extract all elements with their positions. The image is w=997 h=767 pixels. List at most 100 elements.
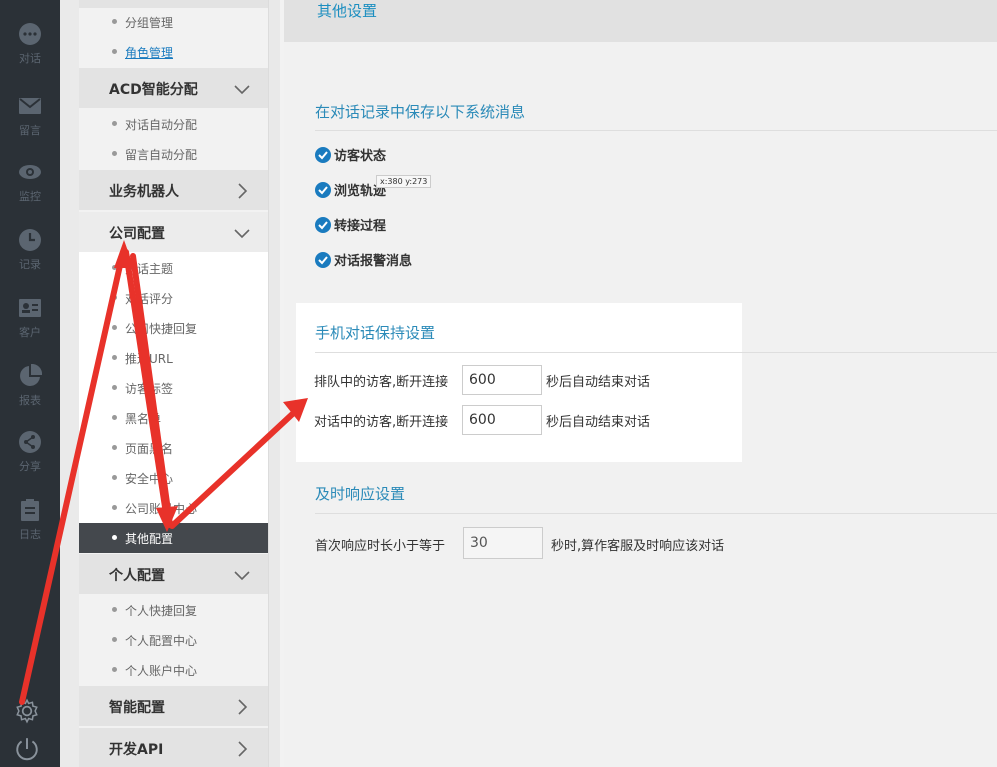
divider <box>315 130 997 131</box>
menu-item-label: 公司快捷回复 <box>125 322 198 336</box>
menu-item-label: 对话主题 <box>125 262 174 276</box>
menu-group-label: 个人配置 <box>109 568 165 584</box>
bullet-icon <box>112 325 117 330</box>
menu-divider <box>268 0 280 767</box>
chat-timeout-suffix: 秒后自动结束对话 <box>546 415 651 430</box>
chevron-right-icon <box>238 183 248 199</box>
menu-group-label: 业务机器人 <box>109 184 179 200</box>
queue-timeout-input[interactable] <box>462 365 542 395</box>
divider <box>315 352 997 353</box>
menu-item-group-mgmt[interactable]: 分组管理 <box>79 7 268 37</box>
check-circle-icon <box>315 217 331 233</box>
menu-item-label: 公司账号中心 <box>125 502 198 516</box>
bullet-icon <box>112 607 117 612</box>
checkbox-alarm-messages[interactable]: 对话报警消息 <box>315 250 412 269</box>
menu-item-page-blacklist[interactable]: 页面黑名 <box>79 433 268 463</box>
menu-item-label: 对话评分 <box>125 292 174 306</box>
page-title: 其他设置 <box>317 2 378 20</box>
menu-item-label: 页面黑名 <box>125 442 174 456</box>
gear-icon[interactable] <box>14 698 40 724</box>
bullet-icon <box>112 505 117 510</box>
rail-item-records[interactable]: 记录 <box>0 228 60 296</box>
nav-rail: 对话 留言 监控 记录 客户 报表 分享 日志 <box>0 0 60 767</box>
pie-chart-icon <box>20 364 42 386</box>
menu-item-personal-config[interactable]: 个人配置中心 <box>79 625 268 655</box>
menu-item-label: 其他配置 <box>125 532 174 546</box>
chevron-right-icon <box>238 699 248 715</box>
menu-item-label: 留言自动分配 <box>125 148 198 162</box>
checkbox-visitor-status[interactable]: 访客状态 <box>315 145 386 164</box>
menu-item-visitor-tags[interactable]: 访客标签 <box>79 373 268 403</box>
coordinate-tooltip: x:380 y:273 <box>376 175 432 188</box>
menu-item-label: 安全中心 <box>125 472 174 486</box>
menu-item-label: 推送URL <box>125 352 173 366</box>
first-response-input[interactable] <box>463 527 543 559</box>
rail-label: 日志 <box>19 528 41 541</box>
menu-item-label: 角色管理 <box>125 46 174 60</box>
queue-timeout-suffix: 秒后自动结束对话 <box>546 375 651 390</box>
chat-timeout-input[interactable] <box>462 405 542 435</box>
menu-group-label: 智能配置 <box>109 700 165 716</box>
menu-gutter <box>60 0 80 767</box>
rail-item-customers[interactable]: 客户 <box>0 296 60 364</box>
menu-item-other-settings[interactable]: 其他配置 <box>79 523 268 553</box>
menu-item-company-account[interactable]: 公司账号中心 <box>79 493 268 523</box>
menu-item-role-mgmt[interactable]: 角色管理 <box>79 37 268 67</box>
rail-label: 客户 <box>19 326 41 339</box>
rail-item-reports[interactable]: 报表 <box>0 364 60 432</box>
bullet-icon <box>112 121 117 126</box>
chat-icon <box>19 23 41 45</box>
bullet-icon <box>112 475 117 480</box>
menu-item-security-center[interactable]: 安全中心 <box>79 463 268 493</box>
rail-label: 记录 <box>19 258 41 271</box>
menu-item-chat-rating[interactable]: 对话评分 <box>79 283 268 313</box>
menu-group-personal[interactable]: 个人配置 <box>79 554 268 594</box>
clipboard-icon <box>21 499 39 521</box>
divider <box>315 513 997 514</box>
menu-group-smart[interactable]: 智能配置 <box>79 686 268 726</box>
chevron-right-icon <box>238 741 248 757</box>
menu-item-company-quick-reply[interactable]: 公司快捷回复 <box>79 313 268 343</box>
menu-item-label: 个人账户中心 <box>125 664 198 678</box>
bullet-icon <box>112 667 117 672</box>
rail-label: 报表 <box>19 394 41 407</box>
menu-item-acd-chat[interactable]: 对话自动分配 <box>79 109 268 139</box>
menu-item-acd-message[interactable]: 留言自动分配 <box>79 139 268 169</box>
bullet-icon <box>112 265 117 270</box>
menu-item-personal-quick-reply[interactable]: 个人快捷回复 <box>79 595 268 625</box>
rail-item-message[interactable]: 留言 <box>0 94 60 162</box>
power-icon[interactable] <box>14 736 40 762</box>
rail-item-share[interactable]: 分享 <box>0 430 60 498</box>
rail-label: 监控 <box>19 190 41 203</box>
page-header: 其他设置 <box>284 0 997 42</box>
menu-item-blacklist[interactable]: 黑名单 <box>79 403 268 433</box>
menu-group-acd[interactable]: ACD智能分配 <box>79 68 268 108</box>
rail-label: 留言 <box>19 124 41 137</box>
chevron-down-icon <box>234 229 250 239</box>
check-circle-icon <box>315 182 331 198</box>
menu-item-personal-account[interactable]: 个人账户中心 <box>79 655 268 685</box>
save-messages-title: 在对话记录中保存以下系统消息 <box>315 103 526 121</box>
checkbox-transfer-process[interactable]: 转接过程 <box>315 215 386 234</box>
checkbox-label: 对话报警消息 <box>334 254 413 269</box>
menu-item-chat-topic[interactable]: 对话主题 <box>79 253 268 283</box>
share-icon <box>19 431 41 453</box>
main-content: 其他设置 在对话记录中保存以下系统消息 访客状态 浏览轨迹 x:380 y:27… <box>284 0 997 767</box>
bullet-icon <box>112 49 117 54</box>
menu-group-bot[interactable]: 业务机器人 <box>79 170 268 210</box>
bullet-icon <box>112 295 117 300</box>
eye-icon <box>19 165 41 179</box>
rail-item-monitor[interactable]: 监控 <box>0 160 60 228</box>
checkbox-label: 访客状态 <box>334 149 387 164</box>
menu-group-api[interactable]: 开发API <box>79 728 268 767</box>
queue-disconnect-label: 排队中的访客,断开连接 <box>314 375 449 390</box>
menu-item-push-url[interactable]: 推送URL <box>79 343 268 373</box>
rail-item-chat[interactable]: 对话 <box>0 22 60 90</box>
rail-label: 分享 <box>19 460 41 473</box>
check-circle-icon <box>315 252 331 268</box>
menu-group-company[interactable]: 公司配置 <box>79 212 268 252</box>
rail-item-log[interactable]: 日志 <box>0 498 60 566</box>
bullet-icon <box>112 535 117 540</box>
check-circle-icon <box>315 147 331 163</box>
menu-item-label: 黑名单 <box>125 412 162 426</box>
